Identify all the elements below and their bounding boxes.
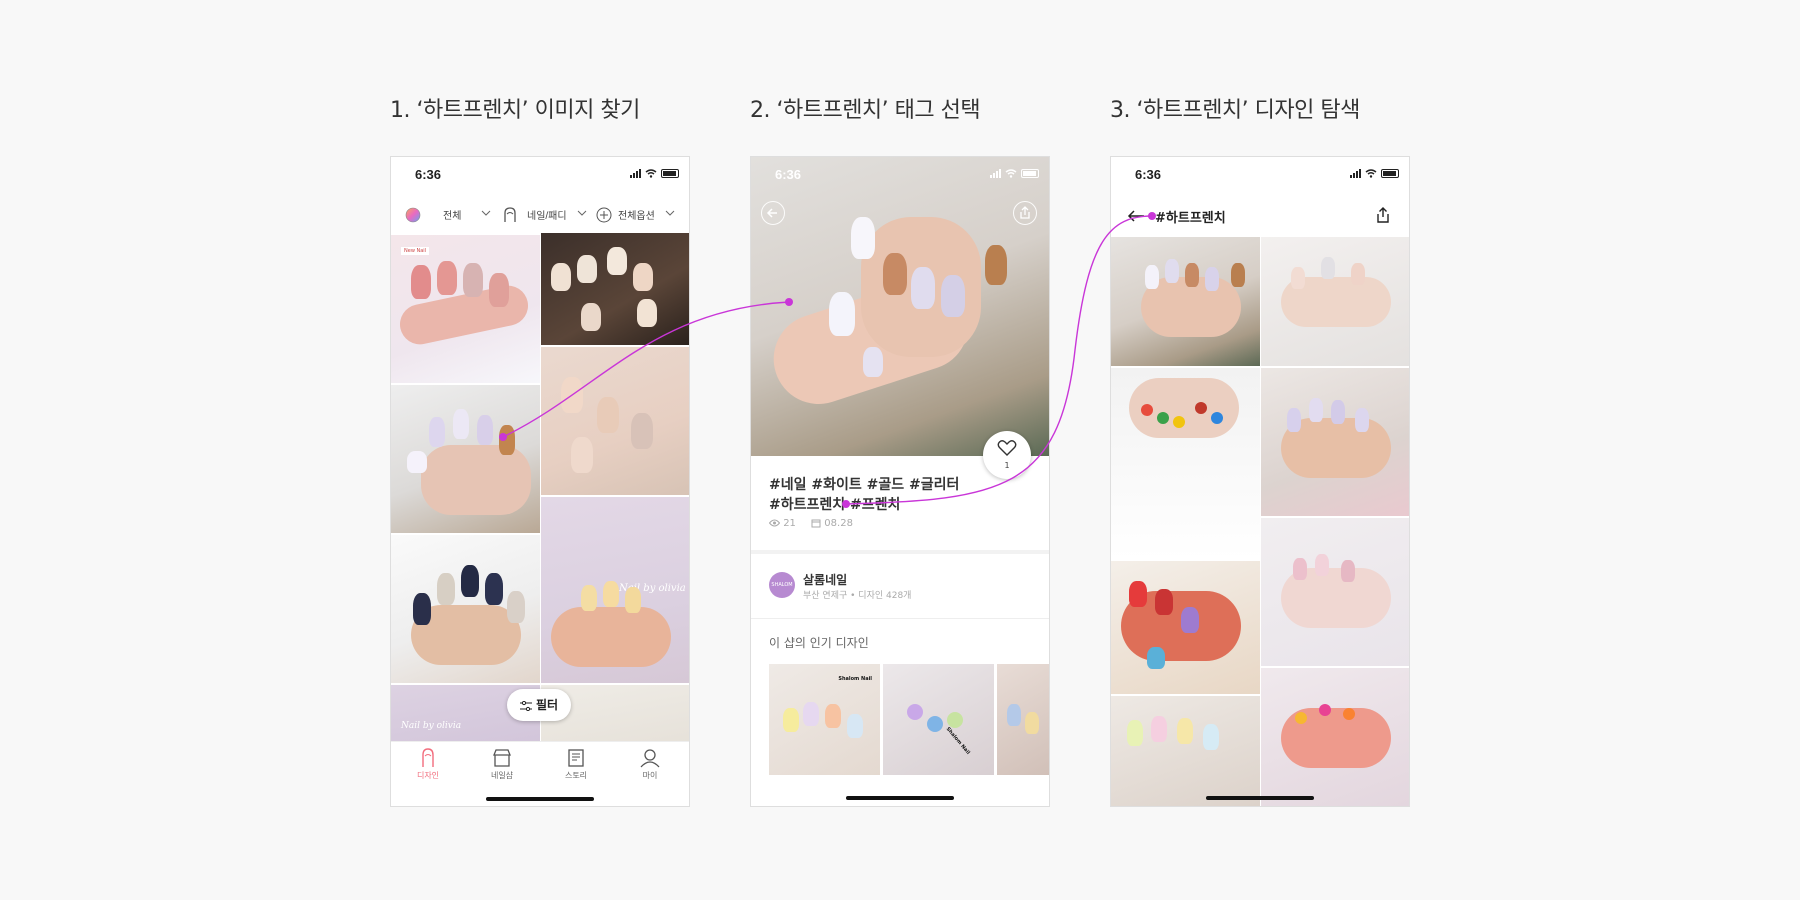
connector-2 [845,215,1153,505]
connector-1-start [499,433,507,441]
connector-2-start [842,500,850,508]
connector-1 [502,301,790,438]
connector-1-end [785,298,793,306]
flow-connectors [499,212,1156,508]
connector-2-end [1148,212,1156,220]
